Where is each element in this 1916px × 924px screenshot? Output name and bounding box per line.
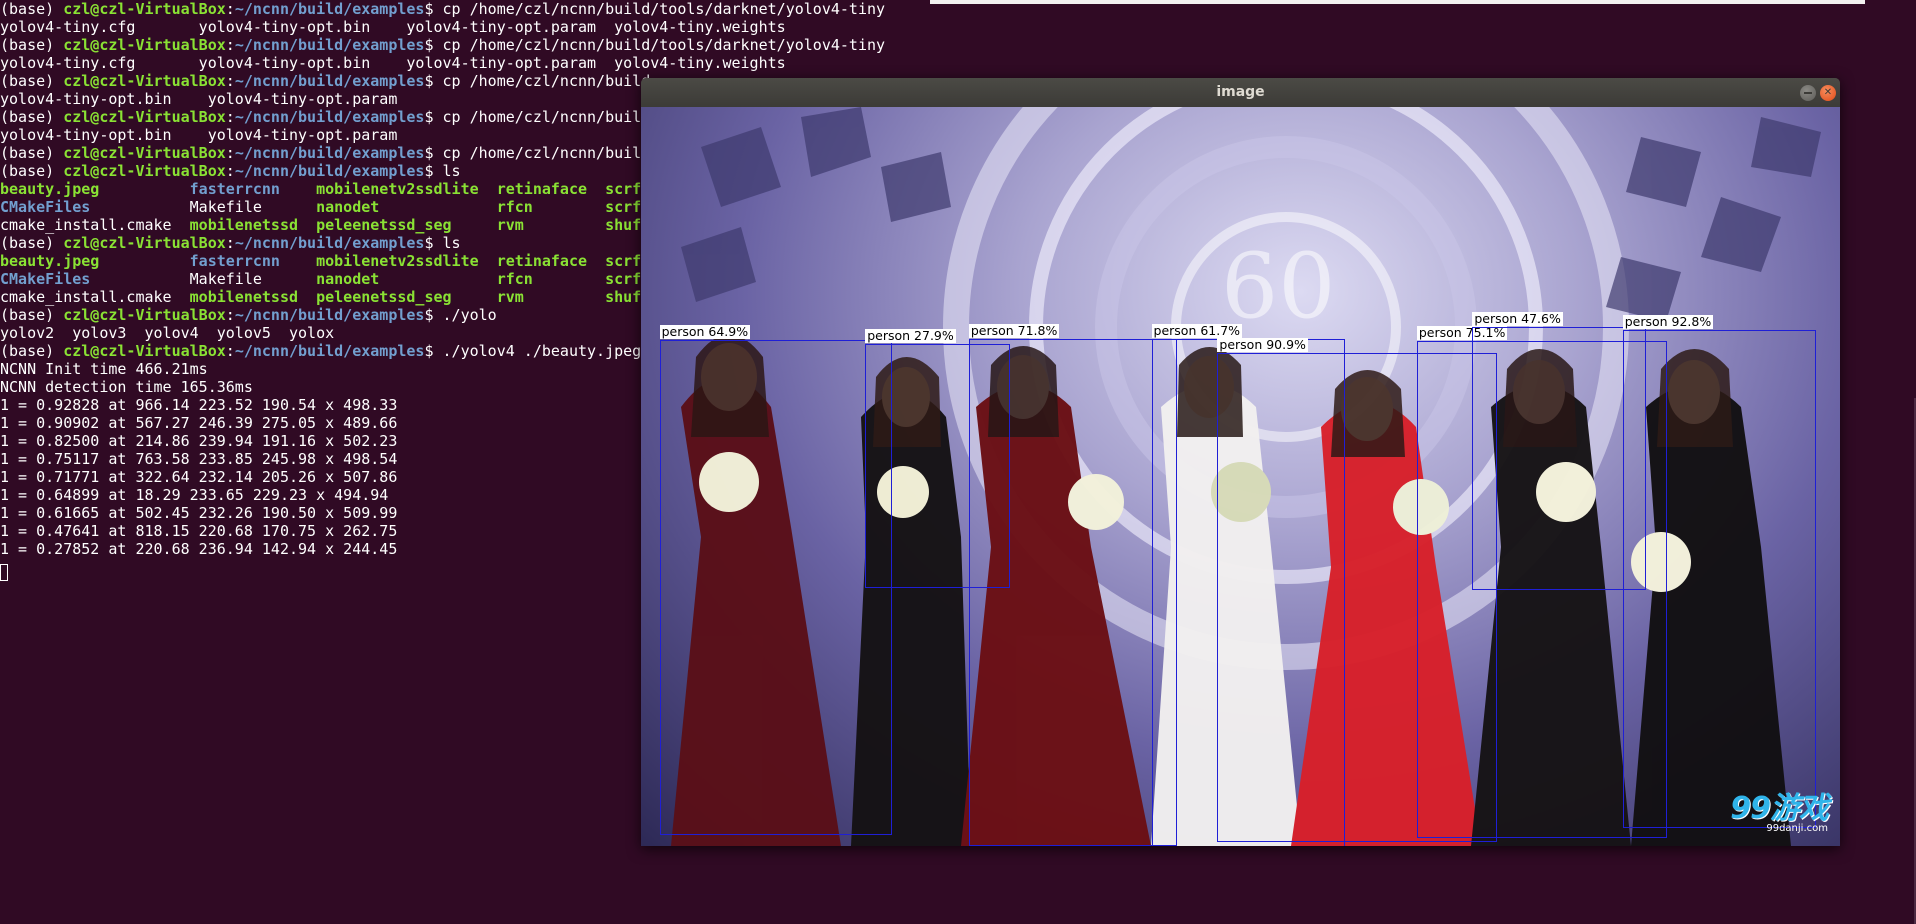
terminal-prompt-line: (base) czl@czl-VirtualBox:~/ncnn/build/e… (0, 36, 886, 54)
terminal-prompt-line: (base) czl@czl-VirtualBox:~/ncnn/build/e… (0, 108, 651, 126)
terminal-output-line: 1 = 0.82500 at 214.86 239.94 191.16 x 50… (0, 432, 398, 450)
close-button[interactable] (1820, 85, 1836, 101)
terminal-prompt-line: (base) czl@czl-VirtualBox:~/ncnn/build/e… (0, 72, 651, 90)
terminal-output-line: yolov4-tiny.cfg yolov4-tiny-opt.bin yolo… (0, 18, 786, 36)
image-window[interactable]: image 60 (641, 78, 1840, 846)
detection-box (659, 340, 893, 835)
terminal-output-line: 1 = 0.61665 at 502.45 232.26 190.50 x 50… (0, 504, 398, 522)
window-titlebar[interactable]: image (641, 78, 1840, 108)
detection-label: person 71.8% (968, 322, 1060, 338)
terminal-output-line: 1 = 0.64899 at 18.29 233.65 229.23 x 494… (0, 486, 389, 504)
detection-box (968, 338, 1178, 846)
terminal-output-line: beauty.jpeg fasterrcnn mobilenetv2ssdlit… (0, 180, 651, 198)
terminal-output-line: cmake_install.cmake mobilenetssd peleene… (0, 216, 642, 234)
detection-box (1472, 327, 1646, 590)
detection-label: person 92.8% (1622, 314, 1714, 330)
terminal-output-line: NCNN Init time 466.21ms (0, 360, 208, 378)
terminal-output-line: 1 = 0.47641 at 818.15 220.68 170.75 x 26… (0, 522, 398, 540)
detection-label: person 64.9% (659, 324, 751, 340)
terminal-prompt-line: (base) czl@czl-VirtualBox:~/ncnn/build/e… (0, 342, 642, 360)
terminal-output-line: 1 = 0.27852 at 220.68 236.94 142.94 x 24… (0, 540, 398, 558)
terminal-output-line: 1 = 0.90902 at 567.27 246.39 275.05 x 48… (0, 414, 398, 432)
image-canvas: 60 person 64.9% person 27.9% person 71.8… (641, 107, 1840, 846)
detection-box (1622, 330, 1817, 828)
terminal-output-line: beauty.jpeg fasterrcnn mobilenetv2ssdlit… (0, 252, 651, 270)
terminal-output-line: 1 = 0.71771 at 322.64 232.14 205.26 x 50… (0, 468, 398, 486)
window-title: image (1216, 84, 1265, 100)
watermark-text: 99游戏 (1730, 791, 1829, 826)
terminal-prompt-line: (base) czl@czl-VirtualBox:~/ncnn/build/e… (0, 234, 461, 252)
terminal-output-line: 1 = 0.92828 at 966.14 223.52 190.54 x 49… (0, 396, 398, 414)
terminal-output-line: yolov2 yolov3 yolov4 yolov5 yolox (0, 324, 335, 342)
detection-label: person 47.6% (1472, 311, 1563, 327)
terminal-cursor (0, 564, 8, 581)
detection-label: person 90.9% (1217, 337, 1308, 353)
terminal-output-line: 1 = 0.75117 at 763.58 233.85 245.98 x 49… (0, 450, 398, 468)
terminal-prompt-line: (base) czl@czl-VirtualBox:~/ncnn/build/e… (0, 306, 497, 324)
terminal-output-line: yolov4-tiny.cfg yolov4-tiny-opt.bin yolo… (0, 54, 786, 72)
detection-label: person 27.9% (865, 327, 956, 343)
terminal-output-line: yolov4-tiny-opt.bin yolov4-tiny-opt.para… (0, 126, 398, 144)
terminal-prompt-line: (base) czl@czl-VirtualBox:~/ncnn/build/e… (0, 144, 651, 162)
terminal-prompt-line: (base) czl@czl-VirtualBox:~/ncnn/build/e… (0, 0, 886, 18)
terminal-prompt-line: (base) czl@czl-VirtualBox:~/ncnn/build/e… (0, 162, 461, 180)
terminal-output-line: NCNN detection time 165.36ms (0, 378, 253, 396)
minimize-button[interactable] (1800, 85, 1816, 101)
terminal-output-line: CMakeFiles Makefile nanodet rfcn scrfd (0, 270, 651, 288)
background-window-edge (930, 0, 1865, 4)
terminal-output-line: cmake_install.cmake mobilenetssd peleene… (0, 288, 642, 306)
watermark-logo: 99游戏 99danji.com (1730, 783, 1829, 834)
terminal-output-line: yolov4-tiny-opt.bin yolov4-tiny-opt.para… (0, 90, 398, 108)
terminal-output-line: CMakeFiles Makefile nanodet rfcn scrfd (0, 198, 651, 216)
detection-label: person 61.7% (1151, 322, 1243, 338)
